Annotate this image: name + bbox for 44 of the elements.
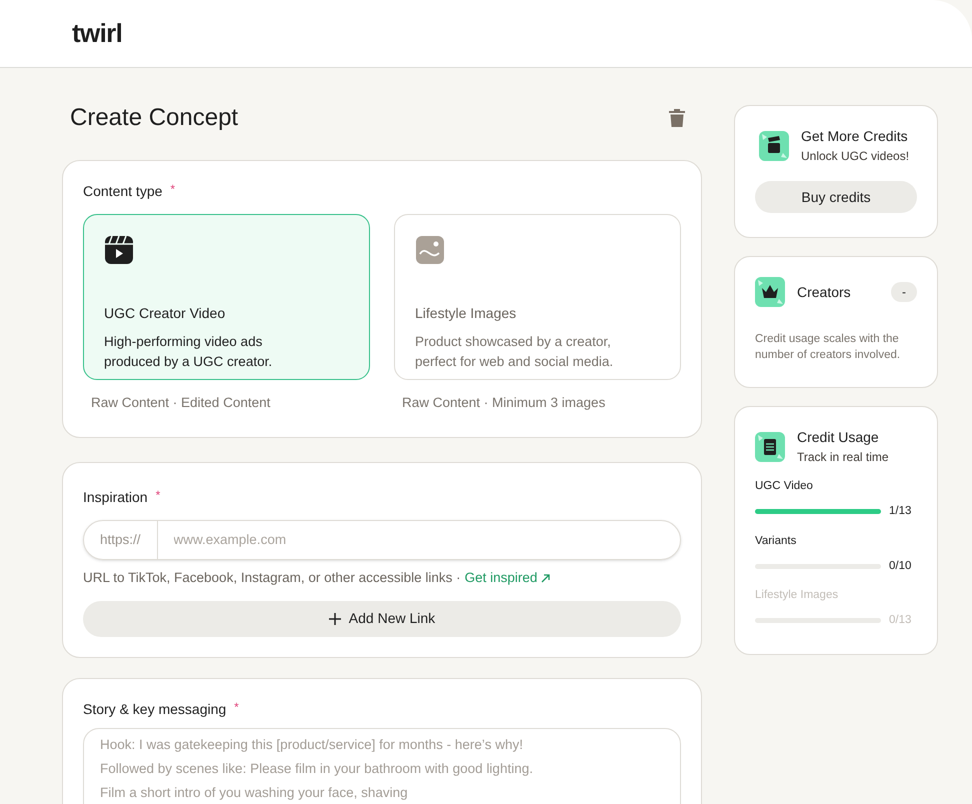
- required-mark: *: [234, 698, 239, 714]
- card-title: Get More Credits: [801, 127, 909, 146]
- video-clip-icon: [104, 235, 134, 265]
- card-subtitle: Track in real time: [797, 449, 889, 466]
- crown-icon: [755, 277, 785, 307]
- content-type-option[interactable]: Lifestyle Images Product showcased by a creator, perfect for web and social media.: [394, 214, 681, 380]
- field-label: Content type: [83, 182, 162, 201]
- clapperboard-icon: [759, 130, 789, 160]
- field-label: Story & key messaging: [83, 700, 226, 719]
- option-description: Product showcased by a creator, perfect for web and social media.: [415, 333, 614, 371]
- option-title: UGC Creator Video: [104, 304, 226, 323]
- option-footnote: Raw Content · Minimum 3 images: [402, 394, 606, 412]
- meter-label: Variants: [755, 534, 798, 548]
- option-footnote: Raw Content · Edited Content: [91, 394, 272, 412]
- arrow-up-right-icon: [541, 574, 550, 583]
- meter-reading: 0/10: [889, 558, 912, 574]
- card-note: Credit usage scales with the number of creators involved.: [755, 332, 902, 363]
- field-label: Inspiration: [83, 488, 148, 508]
- option-title: Lifestyle Images: [415, 304, 518, 323]
- option-description: High-performing video ads produced by a UGC creator.: [104, 333, 274, 371]
- meter-reading: 0/13: [889, 613, 912, 628]
- url-prefix: https://: [84, 521, 158, 560]
- required-mark: *: [170, 181, 176, 197]
- logo[interactable]: twirl: [72, 14, 122, 53]
- plus-icon: [328, 612, 341, 624]
- document-icon: [755, 432, 785, 462]
- card-title: Credit Usage: [797, 428, 880, 447]
- buy-credits-button[interactable]: Buy credits: [755, 181, 917, 213]
- meter-reading: 1/13: [889, 504, 912, 520]
- page-title: Create Concept: [70, 103, 238, 133]
- required-mark: *: [156, 487, 160, 504]
- card-subtitle: Unlock UGC videos!: [801, 148, 910, 165]
- meter-label: UGC Video: [755, 479, 814, 494]
- field-hint: URL to TikTok, Facebook, Instagram, or other accessible links ·: [83, 569, 461, 588]
- get-inspired-link[interactable]: Get inspired: [464, 568, 550, 588]
- url-input[interactable]: www.example.com: [158, 530, 680, 550]
- content-type-option[interactable]: UGC Creator Video High-performing video ads produced by a UGC creator.: [83, 214, 370, 380]
- add-link-button[interactable]: Add New Link: [83, 600, 681, 636]
- card-title: Creators: [797, 282, 852, 302]
- creators-count: -: [891, 282, 917, 302]
- meter-label: Lifestyle Images: [755, 588, 840, 603]
- story-textarea[interactable]: Hook: I was gatekeeping this [product/service] for months - here’s why! Followed by scenes like: Please film in your bathroom with good lighting. Film a short intro of you washing your face, shaving: [83, 728, 681, 804]
- trash-icon[interactable]: [668, 108, 686, 128]
- image-icon: [415, 235, 445, 265]
